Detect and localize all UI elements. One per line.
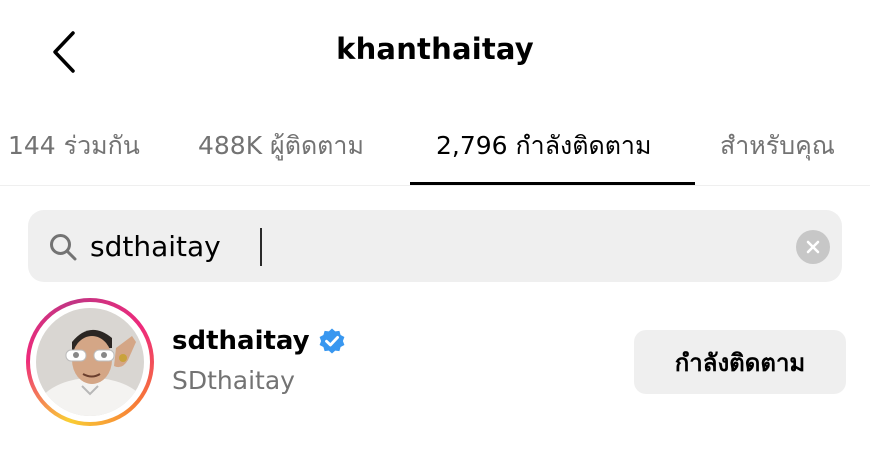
avatar [36,308,144,416]
story-ring[interactable] [26,298,154,426]
search-result-row[interactable]: sdthaitay SDthaitay กำลังติดตาม [0,290,870,430]
search-input[interactable] [90,224,780,268]
tab-for-you[interactable]: สำหรับคุณ [720,126,835,166]
text-cursor [260,228,262,266]
active-tab-indicator [410,182,695,185]
result-full-name: SDthaitay [172,366,295,395]
search-icon [50,234,77,261]
follow-tabs: 144 ร่วมกัน 488K ผู้ติดตาม 2,796 กำลังติ… [0,110,870,186]
search-bar [28,210,842,282]
result-username[interactable]: sdthaitay [172,326,310,356]
clear-search-button[interactable] [796,230,830,264]
close-icon [806,240,820,254]
following-button[interactable]: กำลังติดตาม [634,330,846,394]
tab-followers[interactable]: 488K ผู้ติดตาม [198,126,364,166]
top-bar: khanthaitay [0,0,870,100]
tab-following[interactable]: 2,796 กำลังติดตาม [436,126,651,166]
verified-badge-icon [319,328,345,354]
page-title: khanthaitay [336,32,534,66]
tab-mutual[interactable]: 144 ร่วมกัน [8,126,140,166]
